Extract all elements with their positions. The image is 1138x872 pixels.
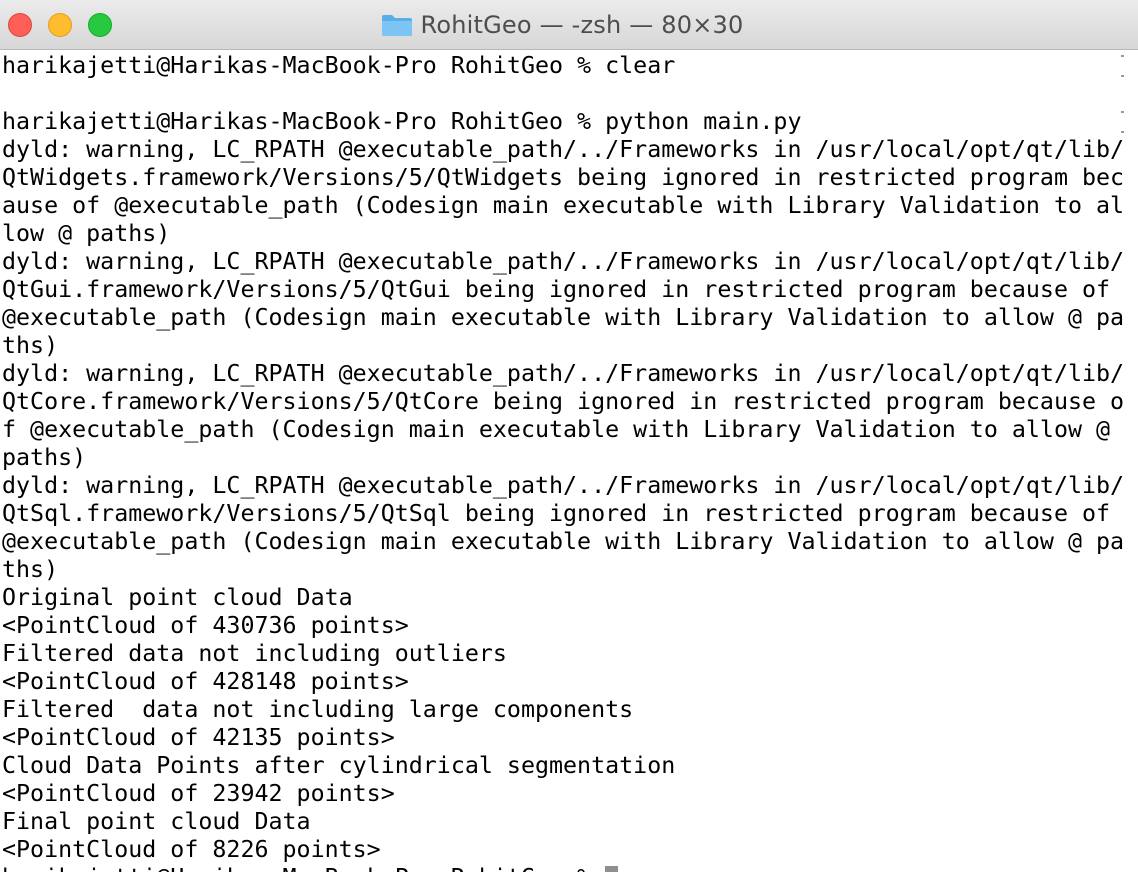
terminal-line: paths) <box>2 444 87 471</box>
terminal-line: Original point cloud Data <box>2 584 353 611</box>
maximize-icon[interactable] <box>88 13 112 37</box>
terminal-line: low @ paths) <box>2 220 171 247</box>
terminal-line: QtSql.framework/Versions/5/QtSql being i… <box>2 500 1111 527</box>
terminal-output[interactable]: harikajetti@Harikas-MacBook-Pro RohitGeo… <box>0 52 1124 872</box>
terminal-line: dyld: warning, LC_RPATH @executable_path… <box>2 136 1124 163</box>
terminal-window: RohitGeo — -zsh — 80×30 harikajetti@Hari… <box>0 0 1138 872</box>
terminal-line: dyld: warning, LC_RPATH @executable_path… <box>2 472 1124 499</box>
terminal-line: <PointCloud of 428148 points> <box>2 668 409 695</box>
prompt-line[interactable]: harikajetti@Harikas-MacBook-Pro RohitGeo… <box>0 864 1124 872</box>
terminal-line: harikajetti@Harikas-MacBook-Pro RohitGeo… <box>2 52 676 79</box>
terminal-line: Cloud Data Points after cylindrical segm… <box>2 752 676 779</box>
scrollbar[interactable] <box>1124 50 1138 872</box>
terminal-line: <PointCloud of 8226 points> <box>2 836 381 863</box>
terminal-line: <PointCloud of 23942 points> <box>2 780 395 807</box>
terminal-line: ths) <box>2 332 59 359</box>
terminal-line: Final point cloud Data <box>2 808 311 835</box>
terminal-line: @executable_path (Codesign main executab… <box>2 528 1124 555</box>
terminal-line: QtWidgets.framework/Versions/5/QtWidgets… <box>2 164 1124 191</box>
terminal-line: harikajetti@Harikas-MacBook-Pro RohitGeo… <box>2 108 802 135</box>
terminal-line: f @executable_path (Codesign main execut… <box>2 416 1111 443</box>
terminal-line: @executable_path (Codesign main executab… <box>2 304 1124 331</box>
close-icon[interactable] <box>8 13 32 37</box>
window-title: RohitGeo — -zsh — 80×30 <box>420 11 744 39</box>
terminal-line: QtGui.framework/Versions/5/QtGui being i… <box>2 276 1111 303</box>
shell-prompt: harikajetti@Harikas-MacBook-Pro RohitGeo… <box>2 864 605 872</box>
terminal-line: dyld: warning, LC_RPATH @executable_path… <box>2 248 1124 275</box>
title-bar[interactable]: RohitGeo — -zsh — 80×30 <box>0 0 1138 50</box>
terminal-line: ths) <box>2 556 59 583</box>
terminal-line: Filtered data not including large compon… <box>2 696 634 723</box>
terminal-line: ause of @executable_path (Codesign main … <box>2 192 1124 219</box>
terminal-line: Filtered data not including outliers <box>2 640 507 667</box>
terminal-line: QtCore.framework/Versions/5/QtCore being… <box>2 388 1124 415</box>
terminal-line: <PointCloud of 430736 points> <box>2 612 409 639</box>
minimize-icon[interactable] <box>48 13 72 37</box>
folder-icon <box>381 15 412 36</box>
terminal-line: <PointCloud of 42135 points> <box>2 724 395 751</box>
terminal-line: dyld: warning, LC_RPATH @executable_path… <box>2 360 1124 387</box>
cursor-icon <box>605 866 619 872</box>
